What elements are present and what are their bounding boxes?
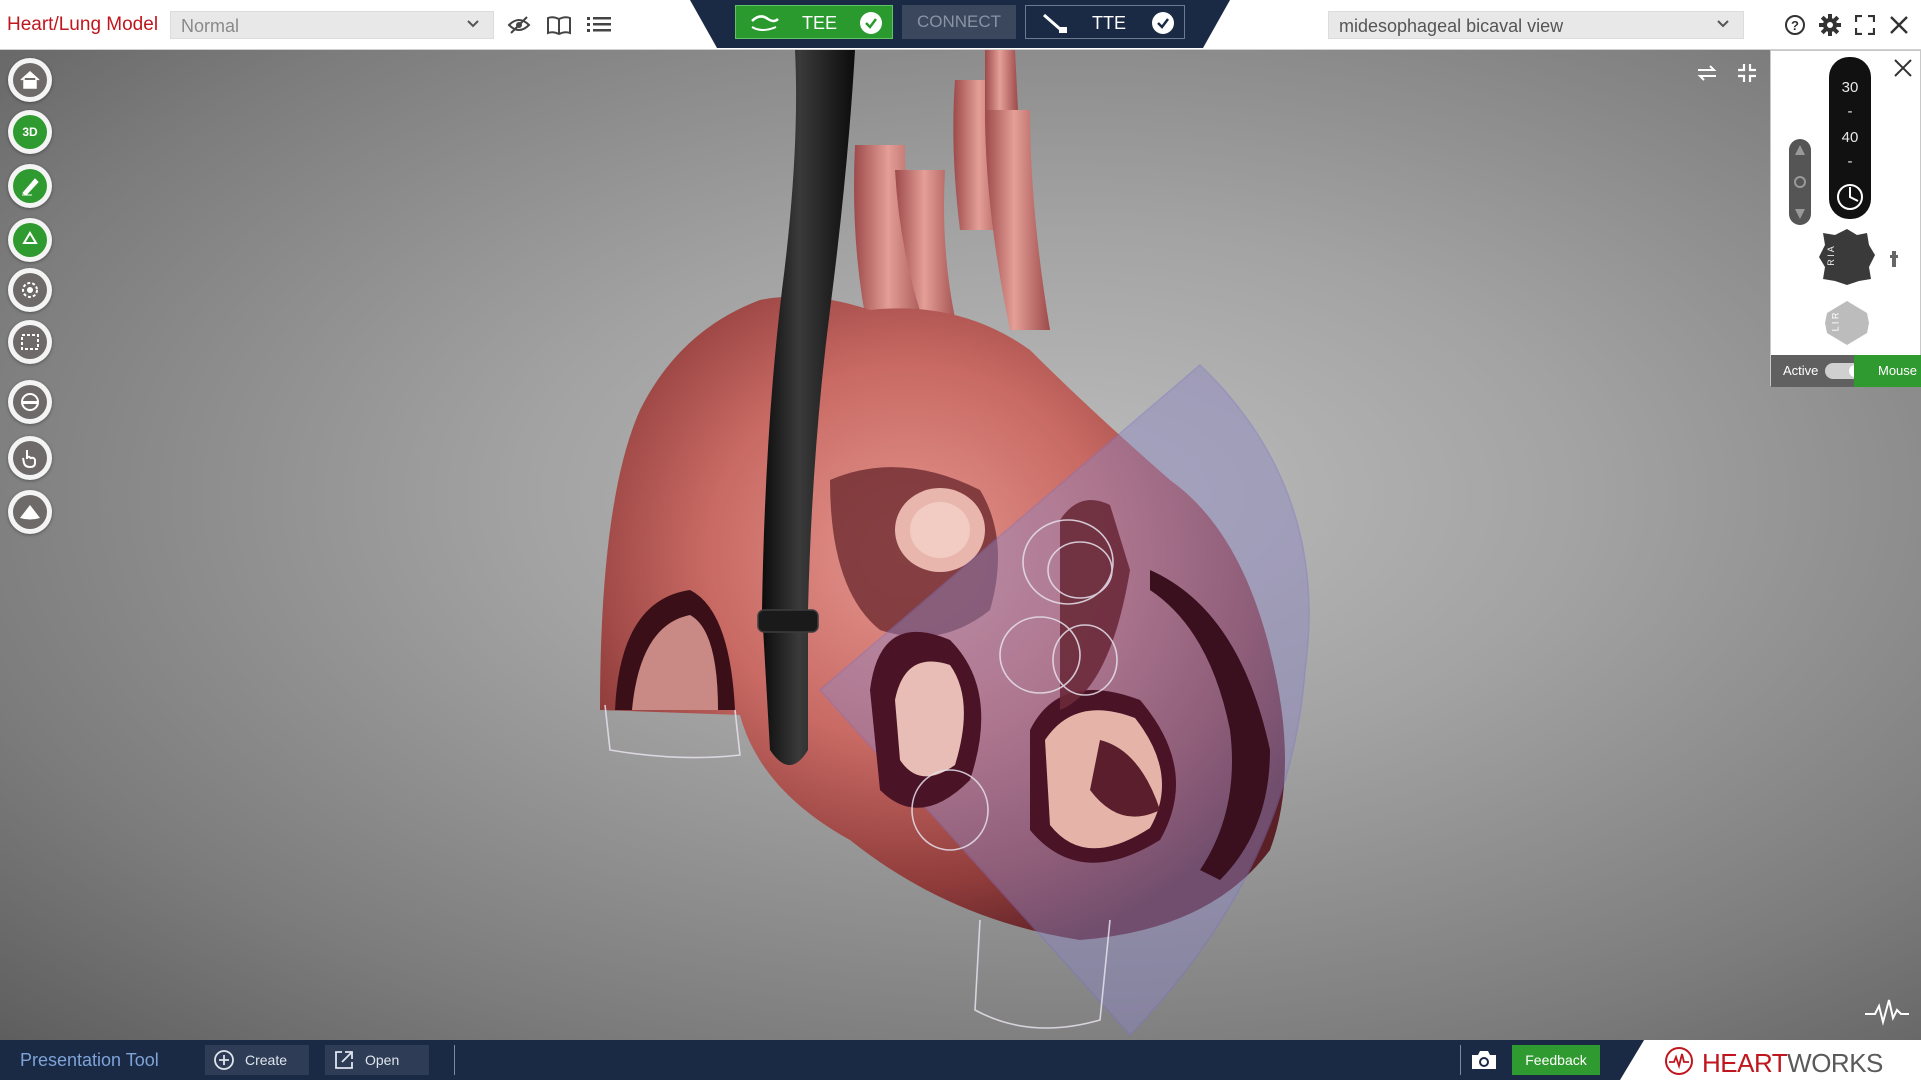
mouse-mode-button[interactable]: Mouse bbox=[1854, 355, 1921, 387]
home-icon bbox=[13, 63, 47, 97]
tab-tte[interactable]: TTE bbox=[1025, 5, 1185, 39]
rotation-knob-label: R I A bbox=[1825, 246, 1836, 266]
open-button[interactable]: Open bbox=[325, 1045, 429, 1075]
library-icon[interactable] bbox=[546, 12, 572, 38]
close-icon[interactable] bbox=[1886, 12, 1912, 38]
open-external-icon bbox=[335, 1051, 353, 1069]
heartworks-logo-icon bbox=[1665, 1047, 1693, 1075]
3d-viewport[interactable]: 3D 30 - 40 - R I A L I R Active Mouse bbox=[0, 50, 1921, 1040]
tab-tee[interactable]: TEE bbox=[735, 5, 893, 39]
rotation-knob[interactable]: R I A bbox=[1817, 227, 1877, 287]
top-bar: Heart/Lung Model Normal TEE CONNECT TTE … bbox=[0, 0, 1921, 50]
hide-icon[interactable] bbox=[506, 12, 532, 38]
chevron-down-icon bbox=[467, 20, 479, 28]
tte-probe-icon bbox=[1043, 13, 1067, 33]
angle-pointer-icon bbox=[1837, 184, 1863, 210]
check-icon bbox=[1152, 12, 1174, 34]
draw-icon bbox=[13, 169, 47, 203]
home-button[interactable] bbox=[8, 58, 52, 102]
modality-tabs: TEE CONNECT TTE bbox=[690, 0, 1230, 48]
tab-tte-label: TTE bbox=[1092, 13, 1126, 33]
divider bbox=[454, 1045, 455, 1075]
heart-3d-model[interactable] bbox=[0, 50, 1921, 1040]
create-button[interactable]: Create bbox=[205, 1045, 309, 1075]
divider bbox=[1460, 1045, 1461, 1075]
flex-control[interactable] bbox=[1789, 139, 1811, 225]
settings-icon[interactable] bbox=[1817, 12, 1843, 38]
bottom-bar: Presentation Tool Create Open Feedback H… bbox=[0, 1040, 1921, 1080]
3d-rotate-icon: 3D bbox=[13, 115, 47, 149]
view-select[interactable]: midesophageal bicaval view bbox=[1328, 11, 1744, 39]
open-label: Open bbox=[365, 1052, 400, 1068]
close-icon[interactable] bbox=[1890, 55, 1916, 81]
great-vessels bbox=[854, 50, 1050, 340]
mouse-label: Mouse bbox=[1878, 363, 1918, 378]
angle-dial[interactable]: 30 - 40 - bbox=[1829, 57, 1871, 219]
crop-button[interactable] bbox=[8, 380, 52, 424]
angle-value-3: - bbox=[1847, 153, 1853, 170]
sector-icon bbox=[13, 495, 47, 529]
select-region-icon bbox=[13, 325, 47, 359]
select-region-button[interactable] bbox=[8, 320, 52, 364]
app-title: Heart/Lung Model bbox=[7, 14, 159, 35]
view-select-value: midesophageal bicaval view bbox=[1339, 16, 1564, 36]
3d-rotate-button[interactable]: 3D bbox=[8, 110, 52, 154]
collapse-icon[interactable] bbox=[1732, 58, 1762, 88]
create-label: Create bbox=[245, 1052, 288, 1068]
brand-works: WORKS bbox=[1787, 1048, 1883, 1078]
svg-text:?: ? bbox=[1791, 18, 1799, 33]
recycle-icon bbox=[13, 223, 47, 257]
feedback-button[interactable]: Feedback bbox=[1512, 1045, 1600, 1075]
focus-button[interactable] bbox=[8, 268, 52, 312]
left-right-knob[interactable]: L I R bbox=[1823, 299, 1871, 347]
swap-icon[interactable] bbox=[1692, 58, 1722, 88]
brand-logo: HEARTWORKS bbox=[1620, 1040, 1921, 1080]
active-mode-bar: Active Mouse bbox=[1771, 355, 1921, 387]
ecg-icon[interactable] bbox=[1863, 996, 1911, 1026]
focus-icon bbox=[13, 273, 47, 307]
feedback-label: Feedback bbox=[1525, 1052, 1587, 1068]
recycle-button[interactable] bbox=[8, 218, 52, 262]
help-icon[interactable]: ? bbox=[1782, 12, 1808, 38]
slider-handle-icon[interactable] bbox=[1889, 249, 1899, 269]
tab-connect-label: CONNECT bbox=[916, 12, 1002, 31]
lr-knob-label: L I R bbox=[1830, 312, 1841, 332]
tab-tee-label: TEE bbox=[802, 13, 838, 33]
3d-label: 3D bbox=[22, 125, 38, 139]
presentation-tool-title: Presentation Tool bbox=[20, 1050, 159, 1070]
brand-heart: HEART bbox=[1702, 1048, 1788, 1078]
flex-arrows-icon bbox=[1794, 145, 1806, 219]
list-icon[interactable] bbox=[586, 12, 612, 38]
plus-circle-icon bbox=[214, 1050, 234, 1070]
model-select-value: Normal bbox=[181, 16, 240, 36]
fullscreen-icon[interactable] bbox=[1852, 12, 1878, 38]
hand-icon bbox=[13, 441, 47, 475]
tab-connect[interactable]: CONNECT bbox=[902, 5, 1016, 39]
angle-value-2: 40 bbox=[1841, 129, 1859, 146]
hand-button[interactable] bbox=[8, 436, 52, 480]
chevron-down-icon bbox=[1717, 20, 1729, 28]
draw-button[interactable] bbox=[8, 164, 52, 208]
camera-icon[interactable] bbox=[1470, 1048, 1498, 1072]
model-select[interactable]: Normal bbox=[170, 11, 494, 39]
crop-icon bbox=[13, 385, 47, 419]
check-icon bbox=[860, 12, 882, 34]
sector-button[interactable] bbox=[8, 490, 52, 534]
angle-value-0: 30 bbox=[1841, 79, 1859, 96]
active-label: Active bbox=[1783, 363, 1819, 378]
tee-probe-icon bbox=[751, 15, 779, 31]
probe-control-panel: 30 - 40 - R I A L I R Active Mouse bbox=[1770, 50, 1921, 387]
angle-value-1: - bbox=[1847, 103, 1853, 120]
